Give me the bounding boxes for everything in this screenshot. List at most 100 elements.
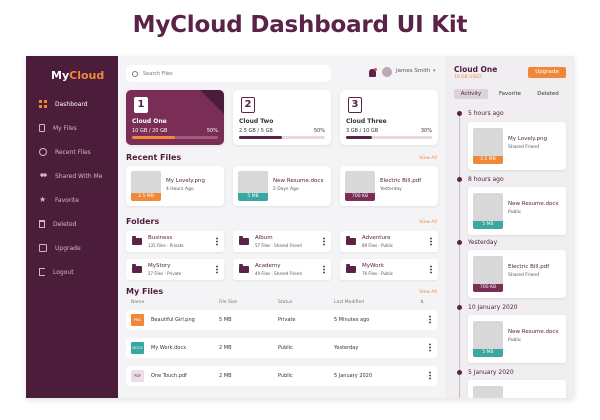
upgrade-button[interactable]: Upgrade <box>528 67 566 78</box>
folder-item[interactable]: Album 57 Files - Shared Friend <box>233 231 331 252</box>
more-options-icon[interactable] <box>430 265 432 274</box>
file-size: 5 MB <box>219 317 232 323</box>
cloud-name: Cloud One <box>132 118 167 125</box>
folder-item[interactable]: MyStory 27 Files - Private <box>126 259 224 280</box>
tab-deleted[interactable]: Deleted <box>531 89 565 99</box>
recent-file-card[interactable]: 700 KB Electric Bill.pdf Yesterday <box>340 166 438 206</box>
table-row[interactable]: DOCX My Work.docx 2 MB Public Yesterday <box>126 338 437 358</box>
chevron-down-icon[interactable]: ▾ <box>433 68 436 74</box>
sort-icon[interactable]: ⇅ <box>420 300 424 305</box>
file-time: 2 Days Ago <box>273 187 299 192</box>
folders-view-all-link[interactable]: View All <box>419 220 437 225</box>
more-options-icon[interactable] <box>429 315 431 324</box>
column-header-size[interactable]: File Size <box>219 300 237 305</box>
folder-meta: 49 Files - Shared Friend <box>255 271 302 276</box>
folder-meta: 76 Files - Public <box>362 271 393 276</box>
more-options-icon[interactable] <box>216 265 218 274</box>
folder-meta: 27 Files - Private <box>148 271 182 276</box>
timeline-dot <box>457 111 462 116</box>
recent-files-view-all-link[interactable]: View All <box>419 156 437 161</box>
storage-bar-fill <box>239 136 282 139</box>
my-files-view-all-link[interactable]: View All <box>419 290 437 295</box>
recent-file-card[interactable]: 5 MB New Resume.docx 2 Days Ago <box>233 166 331 206</box>
more-options-icon[interactable] <box>323 265 325 274</box>
sidebar-item-recent-files[interactable]: Recent Files <box>26 142 118 162</box>
sidebar-item-shared-with-me[interactable]: Shared With Me <box>26 166 118 186</box>
cloud-card-one[interactable]: 1 Cloud One 10 GB / 20 GB 50% <box>126 90 224 145</box>
tab-activity[interactable]: Activity <box>454 89 488 99</box>
sidebar-item-label: Favorite <box>55 196 79 204</box>
sidebar-item-logout[interactable]: Logout <box>26 262 118 282</box>
sidebar-item-deleted[interactable]: Deleted <box>26 214 118 234</box>
table-row[interactable]: PDF One Touch.pdf 2 MB Public 5 January … <box>126 366 437 386</box>
avatar[interactable] <box>382 67 392 77</box>
search-bar[interactable] <box>126 65 331 82</box>
folder-item[interactable]: Adventure 89 Files - Public <box>340 231 438 252</box>
more-options-icon[interactable] <box>323 237 325 246</box>
folder-item[interactable]: Business 135 Files - Private <box>126 231 224 252</box>
file-share: Shared Friend <box>508 145 540 150</box>
timeline-label: 8 hours ago <box>468 176 504 183</box>
png-file-icon: PNG <box>131 314 144 326</box>
tab-favorite[interactable]: Favorite <box>493 89 527 99</box>
bell-icon[interactable] <box>369 68 377 77</box>
column-header-name[interactable]: Name <box>131 300 144 305</box>
column-header-status[interactable]: Status <box>278 300 292 305</box>
file-size-tag: 700 KB <box>473 284 503 292</box>
file-size-tag: 700 KB <box>345 193 375 201</box>
timeline-dot <box>457 305 462 310</box>
folder-item[interactable]: Academy 49 Files - Shared Friend <box>233 259 331 280</box>
more-options-icon[interactable] <box>216 237 218 246</box>
file-name: One Touch.pdf <box>151 373 187 379</box>
file-size-tag: 5 MB <box>238 193 268 201</box>
cloud-size: 3 GB / 10 GB <box>346 128 379 134</box>
folder-icon <box>346 264 356 273</box>
timeline-card[interactable]: 2.5 MB My Lovely.png Shared Friend <box>468 122 566 170</box>
timeline-label: 5 hours ago <box>468 110 504 117</box>
star-icon: ★ <box>39 195 47 204</box>
more-options-icon[interactable] <box>430 237 432 246</box>
storage-bar <box>346 136 432 139</box>
sidebar-item-dashboard[interactable]: Dashboard <box>26 94 118 114</box>
timeline-card[interactable]: 5 MB New Resume.docx Public <box>468 187 566 235</box>
search-input[interactable] <box>143 70 313 77</box>
my-files-title: My Files <box>126 287 164 296</box>
file-status: Public <box>278 345 293 351</box>
sidebar-item-my-files[interactable]: My Files <box>26 118 118 138</box>
file-size-tag: 5 MB <box>473 349 503 357</box>
folder-name: MyWork <box>362 263 384 269</box>
activity-panel: Cloud One 10 GB USED Upgrade Activity Fa… <box>445 56 574 398</box>
folder-meta: 89 Files - Public <box>362 243 393 248</box>
storage-bar-fill <box>132 136 175 139</box>
sidebar-item-favorite[interactable]: ★ Favorite <box>26 190 118 210</box>
more-options-icon[interactable] <box>429 343 431 352</box>
logo: MyCloud <box>51 69 104 82</box>
timeline-card[interactable]: 5 MB New Resume.docx Public <box>468 315 566 363</box>
cloud-card-three[interactable]: 3 Cloud Three 3 GB / 10 GB 30% <box>340 90 438 145</box>
file-share: Shared Friend <box>508 273 540 278</box>
timeline-card[interactable]: 700 KB Electric Bill.pdf Shared Friend <box>468 250 566 298</box>
storage-bar <box>239 136 325 139</box>
recent-file-card[interactable]: 2.5 MB My Lovely.png 4 Hours Ago <box>126 166 224 206</box>
trash-icon <box>39 220 45 228</box>
file-size-tag: 2.5 MB <box>473 156 503 164</box>
timeline-line <box>459 111 460 398</box>
users-icon <box>39 172 47 180</box>
timeline-dot <box>457 370 462 375</box>
column-header-modified[interactable]: Last Modified <box>334 300 364 305</box>
user-name[interactable]: James Smith <box>396 68 430 74</box>
cloud-number: 2 <box>241 97 255 113</box>
folder-name: MyStory <box>148 263 171 269</box>
timeline-label: 5 January 2020 <box>468 369 514 376</box>
timeline-label: Yesterday <box>468 239 498 246</box>
sidebar-item-label: Shared With Me <box>55 172 103 180</box>
sidebar-item-upgrade[interactable]: Upgrade <box>26 238 118 258</box>
cloud-percent: 50% <box>206 128 218 134</box>
cloud-card-two[interactable]: 2 Cloud Two 2.5 GB / 5 GB 50% <box>233 90 331 145</box>
more-options-icon[interactable] <box>429 371 431 380</box>
folder-item[interactable]: MyWork 76 Files - Public <box>340 259 438 280</box>
timeline-card[interactable] <box>468 380 566 398</box>
clock-icon <box>39 148 47 156</box>
table-row[interactable]: PNG Beautiful Girl.png 5 MB Private 5 Mi… <box>126 310 437 330</box>
folder-icon <box>239 236 249 245</box>
